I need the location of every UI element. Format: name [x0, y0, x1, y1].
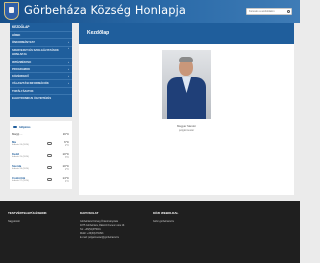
- weather-day: Szerda február 26 (2024) 10°C 2°C: [12, 164, 69, 171]
- sidebar-item-public-info[interactable]: KÖZÉRDEKŰ ›: [10, 72, 72, 79]
- footer-contact: KAPCSOLAT Görbeháza Község Önkormányzata…: [80, 211, 125, 240]
- sidebar-item-tenders[interactable]: TOPÁLYÁZATOK: [10, 86, 72, 94]
- sidebar-menu: KEZDŐLAP HÍREK ÖNKORMÁNYZAT › SZERVEZETI …: [10, 23, 72, 117]
- search-box: [246, 8, 292, 15]
- cloud-icon: [13, 126, 17, 129]
- mayor-role: polgármester: [178, 129, 195, 132]
- main-content: Kezdőlap Magyar Sándor polgármester: [79, 23, 294, 195]
- search-icon[interactable]: [287, 10, 290, 13]
- cloud-icon: [47, 154, 52, 157]
- email-link[interactable]: E-mail: polgarmester@gorbehaza.hu: [80, 236, 125, 240]
- coat-of-arms-logo[interactable]: [4, 2, 19, 20]
- footer: TESTVÉRTELEPÜLÉSEINK Nagyárodó KAPCSOLAT…: [0, 201, 300, 263]
- footer-web: KÖZI WEBOLDAL buthc.gorbehaza.hu: [153, 211, 179, 224]
- top-header: Görbeháza Község Honlapja: [0, 0, 300, 23]
- search-input[interactable]: [247, 9, 283, 14]
- sidebar-item-news[interactable]: HÍREK: [10, 31, 72, 38]
- weather-widget: Időjárás Ma(p) ... 16°C Ma február 24 (20…: [10, 121, 72, 189]
- footer-link[interactable]: Nagyárodó: [8, 220, 47, 224]
- sidebar-item-home[interactable]: KEZDŐLAP: [10, 23, 72, 31]
- weather-day: Kedd február 25 (2024) 10°C 3°C: [12, 152, 69, 159]
- sidebar-item-e-administration[interactable]: ELEKTRONIKUS ÜGYINTÉZÉS: [10, 94, 72, 101]
- cloud-icon: [47, 178, 52, 181]
- sidebar-item-government[interactable]: ÖNKORMÁNYZAT ›: [10, 38, 72, 45]
- rain-cloud-icon: [47, 166, 52, 169]
- sidebar-item-programs[interactable]: PROGRAMOK ›: [10, 64, 72, 72]
- mayor-name: Magyar Sándor: [176, 124, 197, 128]
- sidebar-item-institutions[interactable]: INTÉZMÉNYEK ›: [10, 57, 72, 65]
- sidebar-item-elections[interactable]: VÁLASZTÁSI INFORMÁCIÓK ›: [10, 79, 72, 86]
- weather-day: Csütörtök február 27 (2024) 14°C 4°C: [12, 176, 69, 183]
- page-title: Kezdőlap: [87, 30, 110, 36]
- mayor-photo: [162, 50, 211, 119]
- cloud-icon: [47, 142, 52, 145]
- weather-heading: Időjárás: [13, 125, 31, 129]
- footer-sister-towns: TESTVÉRTELEPÜLÉSEINK Nagyárodó: [8, 211, 47, 224]
- weather-day: Ma február 24 (2024) 6°C 2°C: [12, 140, 69, 147]
- weather-today: Ma(p) ... 16°C: [12, 132, 69, 136]
- site-title[interactable]: Görbeháza Község Honlapja: [24, 3, 186, 17]
- footer-web-link[interactable]: buthc.gorbehaza.hu: [153, 220, 178, 224]
- sidebar-item-organizations[interactable]: SZERVEZETI ÉS SZOLGÁLTATÁSOK HONLAPJA ›: [10, 45, 72, 58]
- main-title-bar: [79, 23, 294, 44]
- chevron-right-icon: ›: [68, 45, 69, 50]
